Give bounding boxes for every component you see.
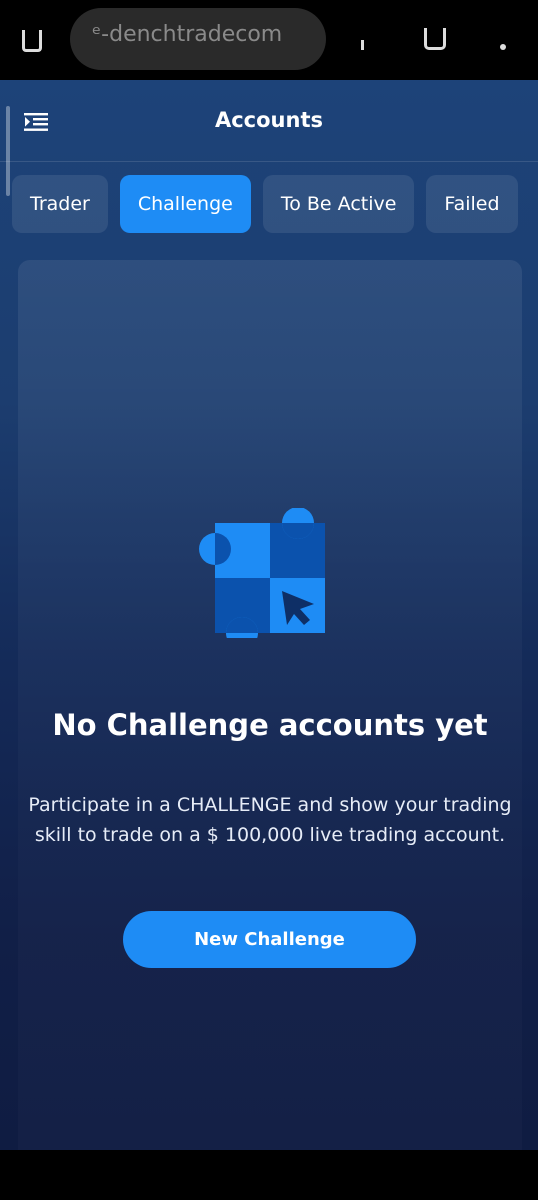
screen: ᵉ-denchtradecom Accounts Trader Challeng… xyxy=(0,0,538,1200)
account-tabs: Trader Challenge To Be Active Failed xyxy=(12,175,518,233)
home-icon[interactable] xyxy=(22,30,42,52)
empty-state-card: No Challenge accounts yet Participate in… xyxy=(18,260,522,1150)
tab-to-be-active[interactable]: To Be Active xyxy=(262,175,415,233)
more-options-icon[interactable] xyxy=(500,44,506,50)
system-nav-bar xyxy=(0,1150,538,1200)
tab-trader[interactable]: Trader xyxy=(12,175,108,233)
tab-failed[interactable]: Failed xyxy=(426,175,518,233)
challenge-grid-cursor-icon xyxy=(199,508,325,638)
address-bar[interactable]: ᵉ-denchtradecom xyxy=(70,8,326,70)
share-icon[interactable] xyxy=(361,40,364,50)
tabs-icon[interactable] xyxy=(424,28,446,50)
app-content: Accounts Trader Challenge To Be Active F… xyxy=(0,80,538,1150)
new-challenge-button[interactable]: New Challenge xyxy=(123,911,416,968)
page-header: Accounts xyxy=(0,80,538,162)
page-title: Accounts xyxy=(214,108,323,132)
tab-challenge[interactable]: Challenge xyxy=(119,175,251,233)
empty-state-description: Participate in a CHALLENGE and show your… xyxy=(28,794,512,846)
browser-toolbar: ᵉ-denchtradecom xyxy=(0,0,538,80)
empty-state-title: No Challenge accounts yet xyxy=(52,708,488,742)
address-bar-url: ᵉ-denchtradecom xyxy=(92,22,283,47)
